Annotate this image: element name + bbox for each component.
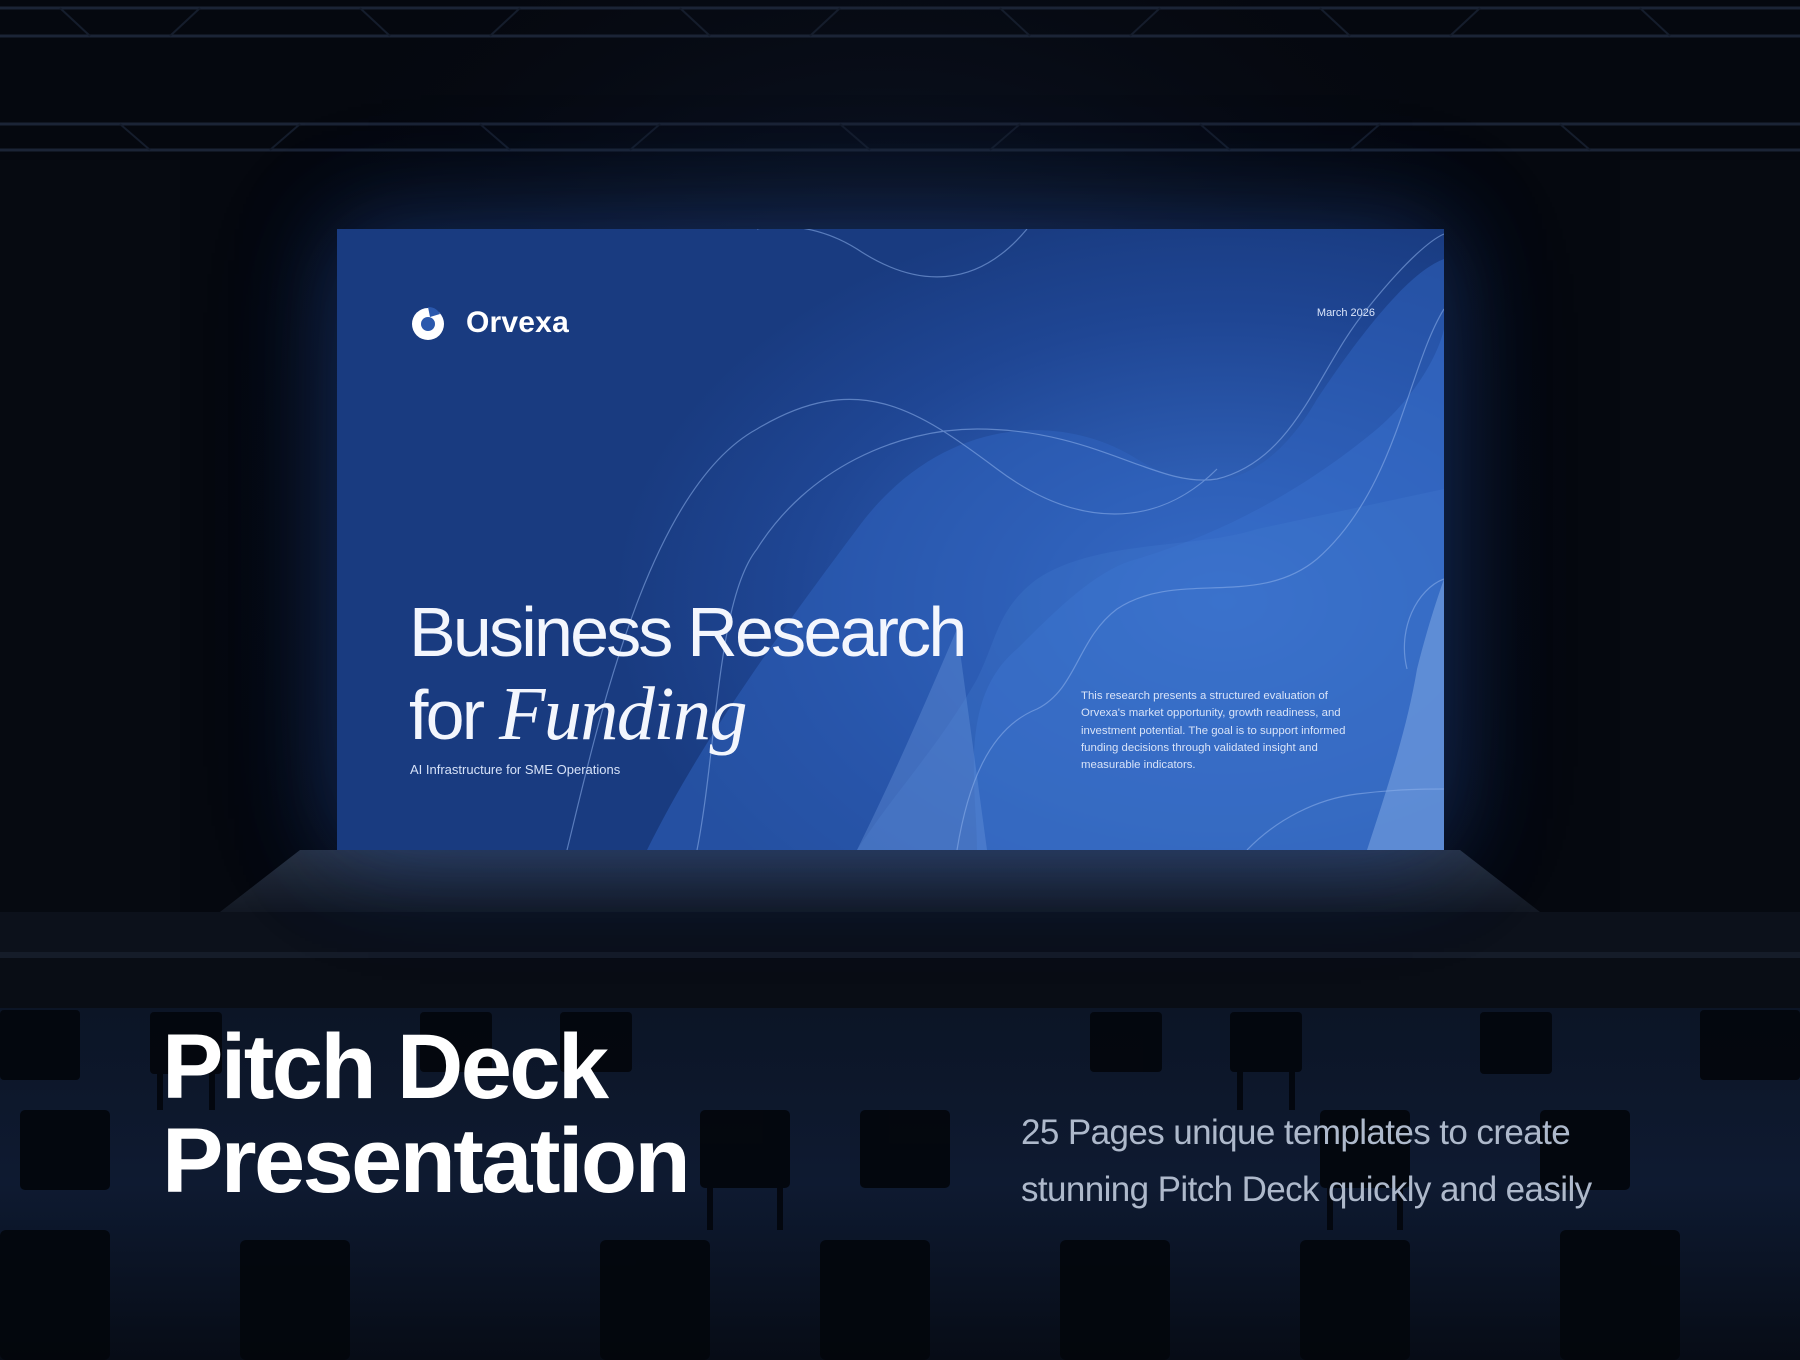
slide-title-line2: for Funding [409, 673, 964, 756]
promo-title-line1: Pitch Deck [162, 1016, 609, 1118]
slide-title-plain: for [409, 676, 485, 754]
orvexa-logo-icon [412, 307, 444, 340]
slide-body-text: This research presents a structured eval… [1081, 690, 1346, 772]
slide-title: Business Research for Funding [409, 591, 967, 756]
slide-date: March 2026 [1316, 307, 1375, 319]
brand: Orvexa [410, 305, 569, 341]
promo-description: 25 Pages unique templates to create stun… [1021, 1113, 1592, 1209]
slide-title-italic: Funding [498, 672, 748, 756]
slide-title-line1: Business Research [409, 593, 967, 671]
promo-title: Pitch Deck Presentation [162, 1016, 691, 1212]
slide-subtitle: AI Infrastructure for SME Operations [410, 762, 621, 777]
promo-title-line2: Presentation [162, 1110, 691, 1212]
presentation-slide: Orvexa March 2026 Business Research for … [337, 229, 1444, 850]
stage-floor [220, 850, 1540, 912]
brand-name: Orvexa [466, 306, 569, 339]
